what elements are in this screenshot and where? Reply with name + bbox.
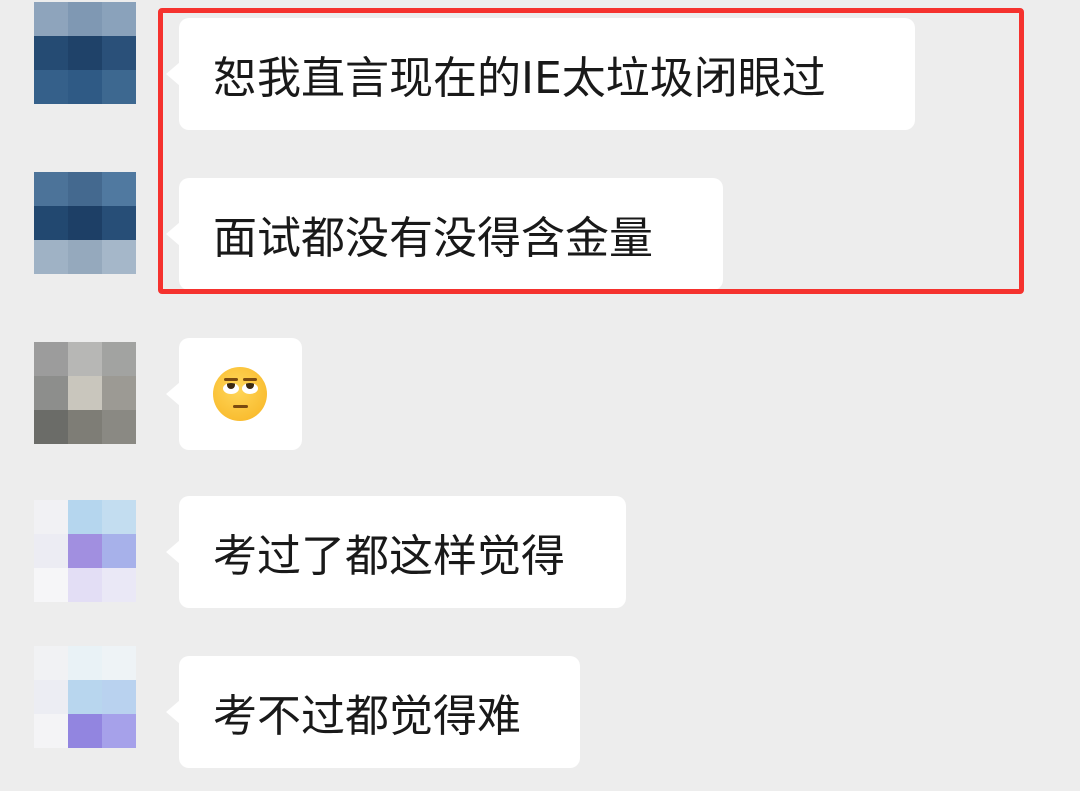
avatar[interactable] bbox=[34, 500, 136, 602]
message-bubble[interactable] bbox=[166, 338, 302, 450]
avatar[interactable] bbox=[34, 172, 136, 274]
message-bubble[interactable]: 考不过都觉得难 bbox=[166, 656, 580, 768]
message-bubble[interactable]: 面试都没有没得含金量 bbox=[166, 178, 723, 290]
eye-right bbox=[242, 383, 258, 394]
mouth bbox=[233, 405, 248, 408]
face-with-rolling-eyes-icon bbox=[213, 367, 267, 421]
avatar[interactable] bbox=[34, 2, 136, 104]
avatar[interactable] bbox=[34, 342, 136, 444]
eyebrow-left bbox=[224, 378, 238, 381]
chat-area: 恕我直言现在的IE太垃圾闭眼过 面试都没有没得含金量 考过了都这样觉得 考不过都… bbox=[0, 0, 1080, 791]
message-row: 考过了都这样觉得 bbox=[0, 478, 1080, 628]
message-row: 恕我直言现在的IE太垃圾闭眼过 bbox=[0, 0, 1080, 140]
avatar[interactable] bbox=[34, 646, 136, 748]
message-text: 考不过都觉得难 bbox=[213, 691, 521, 742]
eyebrow-right bbox=[243, 378, 257, 381]
message-row: 考不过都觉得难 bbox=[0, 638, 1080, 791]
message-bubble[interactable]: 考过了都这样觉得 bbox=[166, 496, 626, 608]
eye-left bbox=[223, 383, 239, 394]
message-bubble[interactable]: 恕我直言现在的IE太垃圾闭眼过 bbox=[166, 18, 915, 130]
message-text: 面试都没有没得含金量 bbox=[213, 213, 653, 264]
message-text: 考过了都这样觉得 bbox=[213, 531, 565, 582]
message-text: 恕我直言现在的IE太垃圾闭眼过 bbox=[213, 53, 826, 104]
message-row bbox=[0, 320, 1080, 470]
message-row: 面试都没有没得含金量 bbox=[0, 160, 1080, 300]
